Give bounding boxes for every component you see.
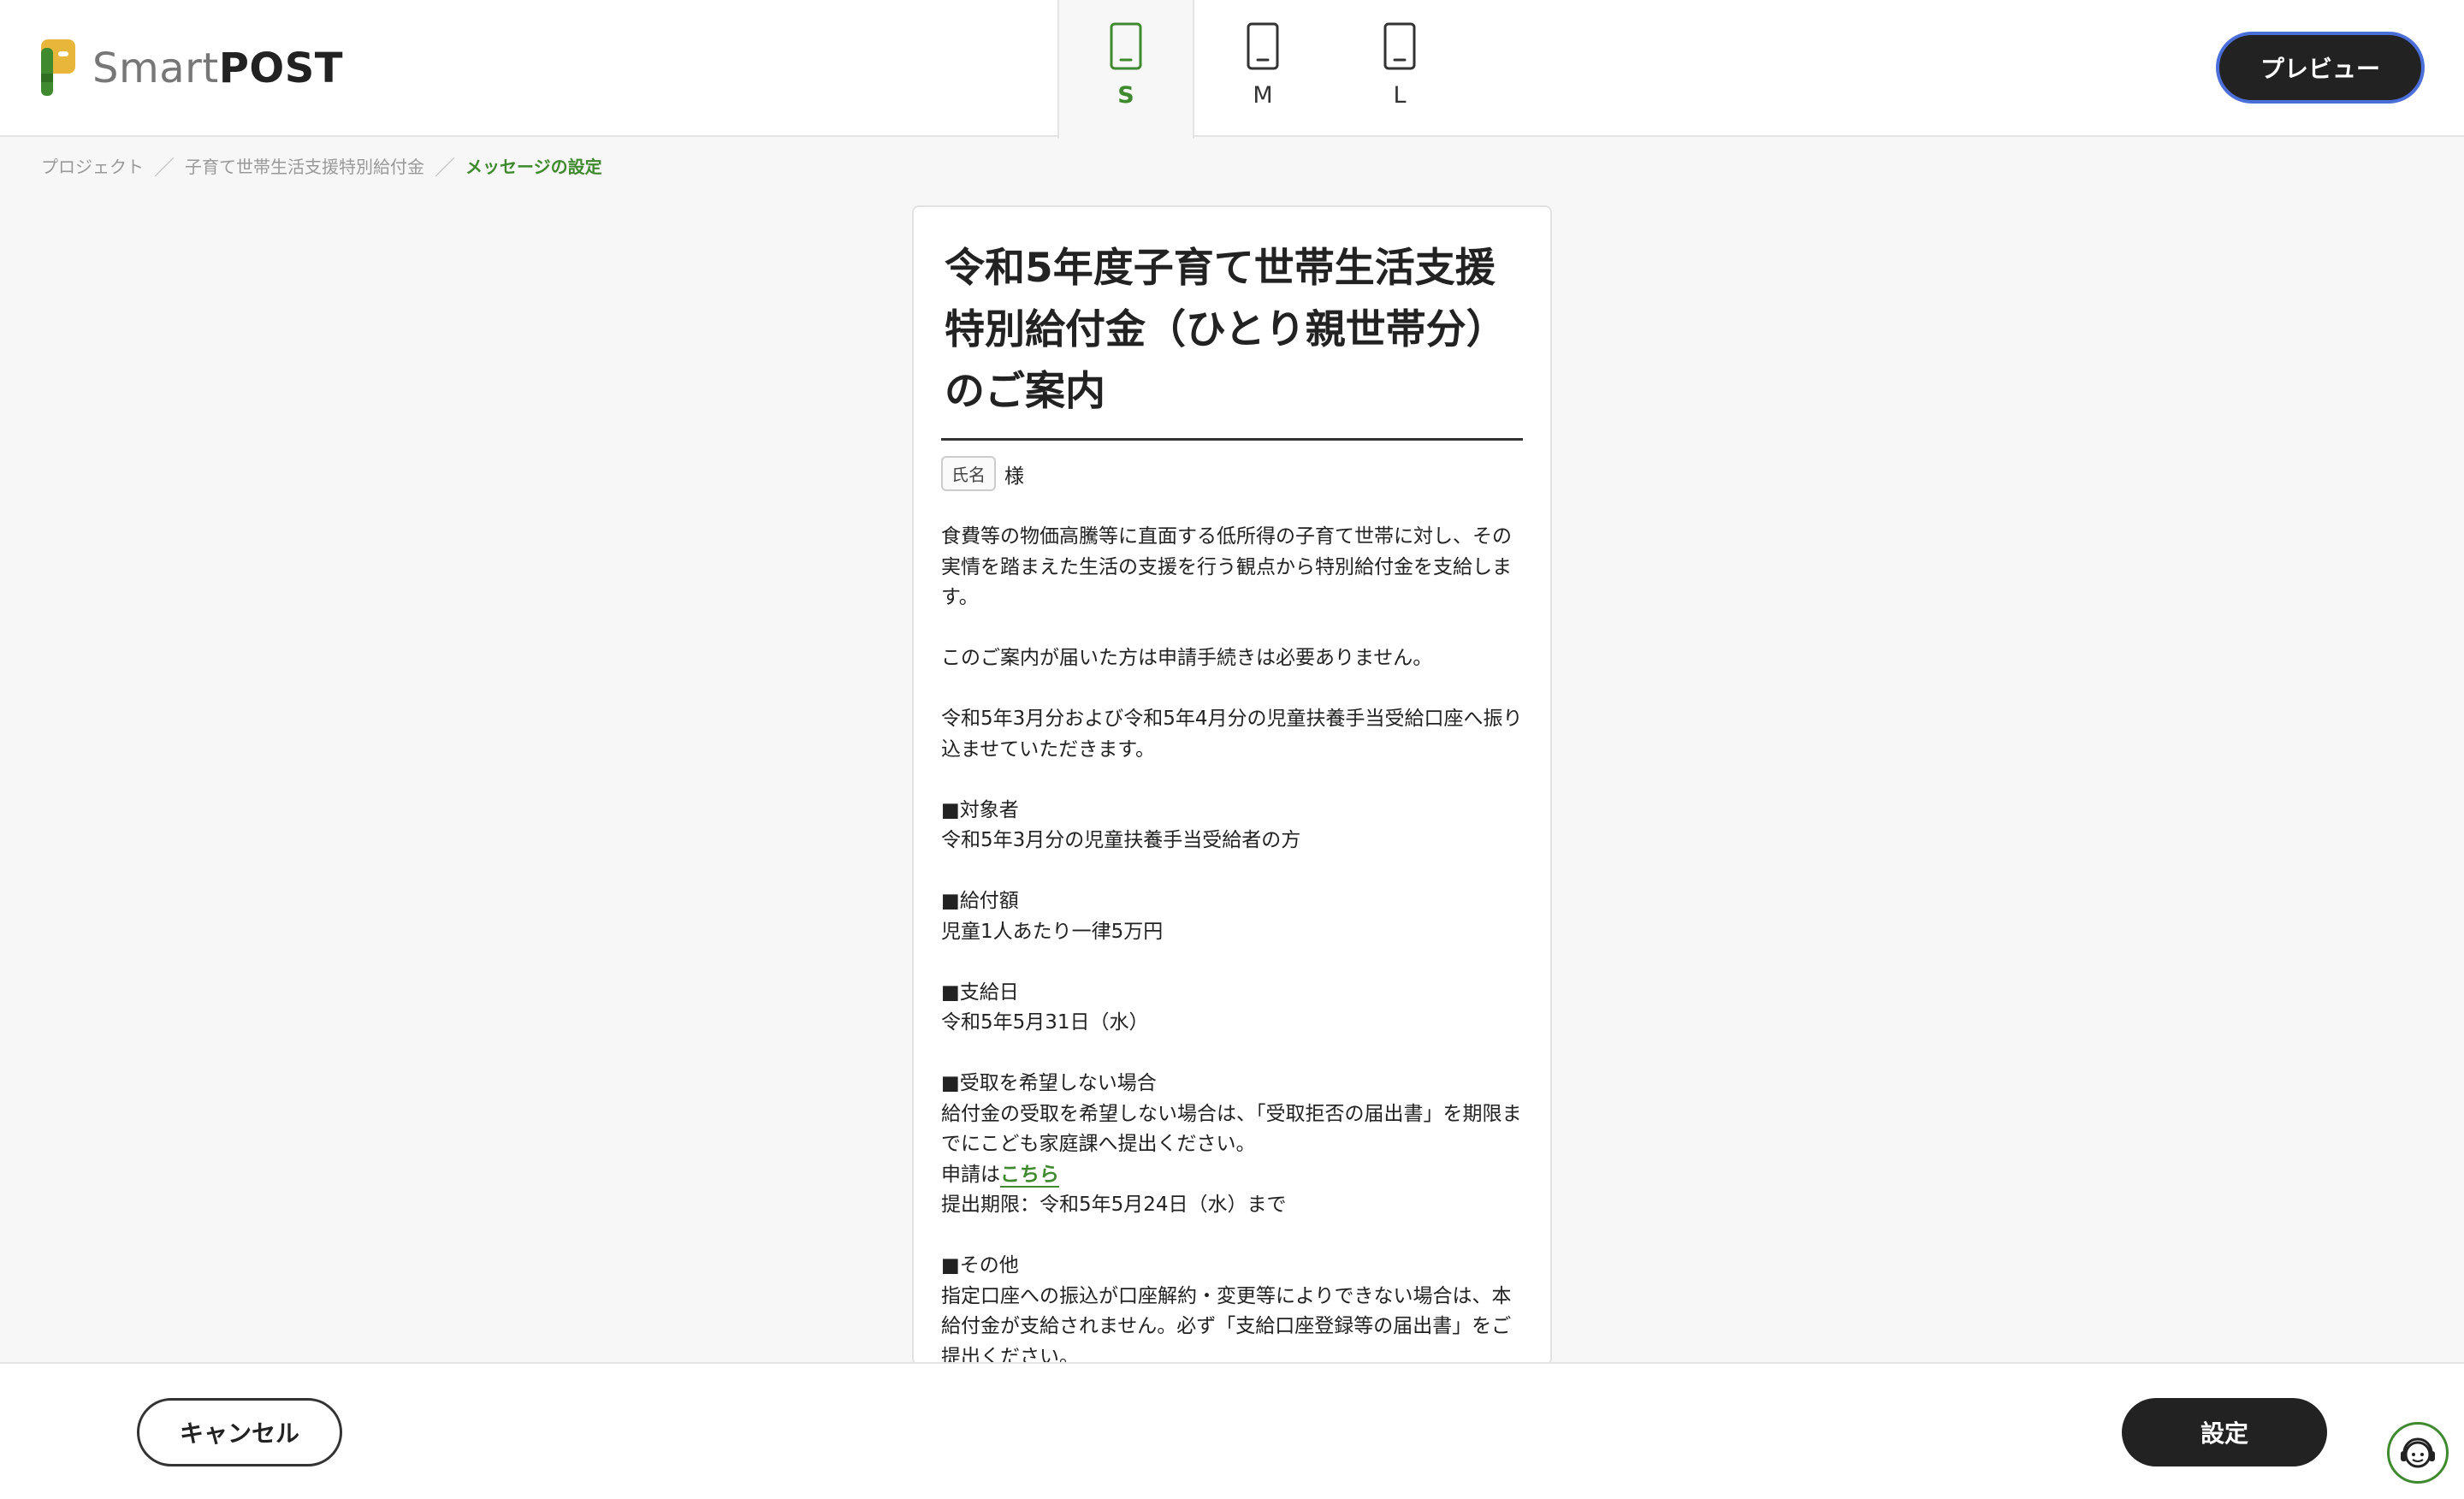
- deadline-text: 提出期限：令和5年5月24日（水）まで: [941, 1194, 1287, 1216]
- name-placeholder-tag: 氏名: [941, 456, 996, 491]
- section-text: 令和5年3月分の児童扶養手当受給者の方: [941, 829, 1301, 851]
- app-header: SmartPOST S M L プレビュー: [0, 0, 2464, 139]
- body-paragraph: 食費等の物価高騰等に直面する低所得の子育て世帯に対し、その実情を踏まえた生活の支…: [941, 525, 1512, 608]
- tab-device-m-label: M: [1253, 82, 1273, 109]
- apply-prefix: 申請は: [941, 1163, 1000, 1186]
- device-size-tabs: S M L: [1057, 0, 1468, 139]
- recipient-line: 氏名 様: [941, 456, 1523, 491]
- section-text: 児童1人あたり一律5万円: [941, 920, 1164, 943]
- logo-smart-text: Smart: [92, 44, 219, 92]
- apply-line: 申請はこちら: [941, 1160, 1523, 1191]
- settings-submit-button[interactable]: 設定: [2122, 1398, 2327, 1466]
- headset-support-icon: [2401, 1437, 2435, 1468]
- section-payday: ■支給日 令和5年5月31日（水）: [941, 978, 1523, 1039]
- breadcrumb-current: メッセージの設定: [465, 156, 602, 177]
- breadcrumb-separator: ／: [435, 155, 455, 180]
- section-heading: ■受取を希望しない場合: [941, 1072, 1157, 1094]
- message-preview-card[interactable]: 令和5年度子育て世帯生活支援特別給付金（ひとり親世帯分）のご案内 氏名 様 食費…: [912, 205, 1552, 1366]
- section-other: ■その他 指定口座への振込が口座解約・変更等によりできない場合は、本給付金が支給…: [941, 1251, 1523, 1366]
- smartpost-logo[interactable]: SmartPOST: [39, 38, 343, 99]
- tab-device-m[interactable]: M: [1194, 0, 1331, 137]
- support-chat-button[interactable]: [2387, 1422, 2449, 1484]
- smartphone-icon: [1247, 22, 1279, 70]
- smartpost-logo-icon: [41, 39, 75, 96]
- smartphone-icon: [1110, 22, 1142, 70]
- smartphone-icon: [1383, 22, 1416, 70]
- section-decline: ■受取を希望しない場合 給付金の受取を希望しない場合は、「受取拒否の届出書」を期…: [941, 1069, 1523, 1221]
- apply-link[interactable]: こちら: [1000, 1163, 1059, 1188]
- action-footer: キャンセル 設定: [0, 1362, 2464, 1499]
- tab-device-s-label: S: [1117, 82, 1134, 109]
- preview-button[interactable]: プレビュー: [2216, 32, 2425, 104]
- section-heading: ■対象者: [941, 798, 1019, 821]
- section-target: ■対象者 令和5年3月分の児童扶養手当受給者の方: [941, 796, 1523, 856]
- section-text: 指定口座への振込が口座解約・変更等によりできない場合は、本給付金が支給されません…: [941, 1284, 1512, 1366]
- breadcrumb: プロジェクト ／ 子育て世帯生活支援特別給付金 ／ メッセージの設定: [41, 152, 602, 180]
- tab-device-l-label: L: [1393, 82, 1407, 109]
- tab-device-s[interactable]: S: [1057, 0, 1194, 139]
- cancel-button[interactable]: キャンセル: [137, 1398, 342, 1466]
- logo-wordmark: SmartPOST: [92, 44, 343, 92]
- section-amount: ■給付額 児童1人あたり一律5万円: [941, 886, 1523, 947]
- section-text: 令和5年5月31日（水）: [941, 1011, 1149, 1034]
- section-heading: ■その他: [941, 1254, 1019, 1277]
- section-heading: ■支給日: [941, 981, 1019, 1004]
- breadcrumb-separator: ／: [154, 155, 175, 180]
- body-paragraph: 令和5年3月分および令和5年4月分の児童扶養手当受給口座へ振り込ませていただきま…: [941, 708, 1523, 761]
- tab-device-l[interactable]: L: [1331, 0, 1468, 137]
- message-title: 令和5年度子育て世帯生活支援特別給付金（ひとり親世帯分）のご案内: [941, 238, 1523, 441]
- logo-post-text: POST: [218, 44, 343, 92]
- breadcrumb-projects[interactable]: プロジェクト: [41, 153, 144, 178]
- honorific: 様: [1004, 465, 1024, 488]
- message-body: 食費等の物価高騰等に直面する低所得の子育て世帯に対し、その実情を踏まえた生活の支…: [941, 522, 1523, 1366]
- section-text: 給付金の受取を希望しない場合は、「受取拒否の届出書」を期限までにこども家庭課へ提…: [941, 1102, 1522, 1156]
- body-paragraph: このご案内が届いた方は申請手続きは必要ありません。: [941, 647, 1433, 669]
- breadcrumb-project-name[interactable]: 子育て世帯生活支援特別給付金: [185, 153, 424, 178]
- section-heading: ■給付額: [941, 890, 1019, 912]
